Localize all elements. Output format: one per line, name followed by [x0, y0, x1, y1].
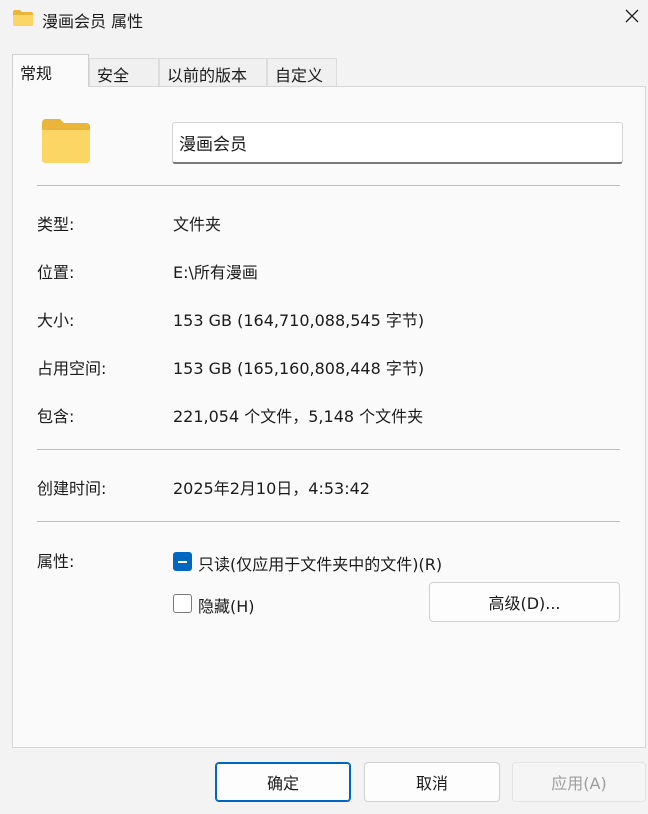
ok-button[interactable]: 确定 — [215, 762, 351, 802]
folder-name-input[interactable] — [172, 122, 623, 164]
created-label: 创建时间: — [37, 479, 107, 498]
contains-value: 221,054 个文件，5,148 个文件夹 — [173, 407, 424, 426]
size-on-disk-value: 153 GB (165,160,808,448 字节) — [173, 359, 425, 378]
size-label: 大小: — [37, 311, 75, 330]
hidden-checkbox-label[interactable]: 隐藏(H) — [198, 593, 255, 617]
readonly-checkbox-label[interactable]: 只读(仅应用于文件夹中的文件)(R) — [198, 551, 442, 575]
attributes-label: 属性: — [37, 552, 75, 571]
readonly-checkbox[interactable] — [173, 552, 192, 571]
close-button[interactable] — [616, 0, 648, 36]
contains-label: 包含: — [37, 407, 75, 426]
folder-icon — [12, 9, 34, 27]
type-label: 类型: — [37, 215, 75, 234]
location-label: 位置: — [37, 263, 75, 282]
cancel-button[interactable]: 取消 — [364, 762, 500, 802]
created-value: 2025年2月10日，4:53:42 — [173, 479, 370, 498]
size-value: 153 GB (164,710,088,545 字节) — [173, 311, 425, 330]
window-title: 漫画会员 属性 — [42, 12, 144, 31]
tab-security[interactable]: 安全 — [89, 58, 159, 86]
title-bar: 漫画会员 属性 — [0, 0, 648, 40]
folder-icon — [40, 117, 92, 165]
hidden-checkbox[interactable] — [173, 594, 192, 613]
divider — [37, 449, 620, 450]
type-value: 文件夹 — [173, 215, 222, 234]
apply-button: 应用(A) — [512, 762, 646, 802]
divider — [37, 185, 620, 186]
size-on-disk-label: 占用空间: — [37, 359, 107, 378]
advanced-button[interactable]: 高级(D)... — [429, 582, 620, 622]
tab-general[interactable]: 常规 — [12, 54, 89, 87]
tab-previous-versions[interactable]: 以前的版本 — [159, 58, 267, 86]
tab-customize[interactable]: 自定义 — [267, 58, 337, 86]
location-value: E:\所有漫画 — [173, 263, 258, 282]
divider — [37, 521, 620, 522]
close-icon — [624, 8, 640, 28]
